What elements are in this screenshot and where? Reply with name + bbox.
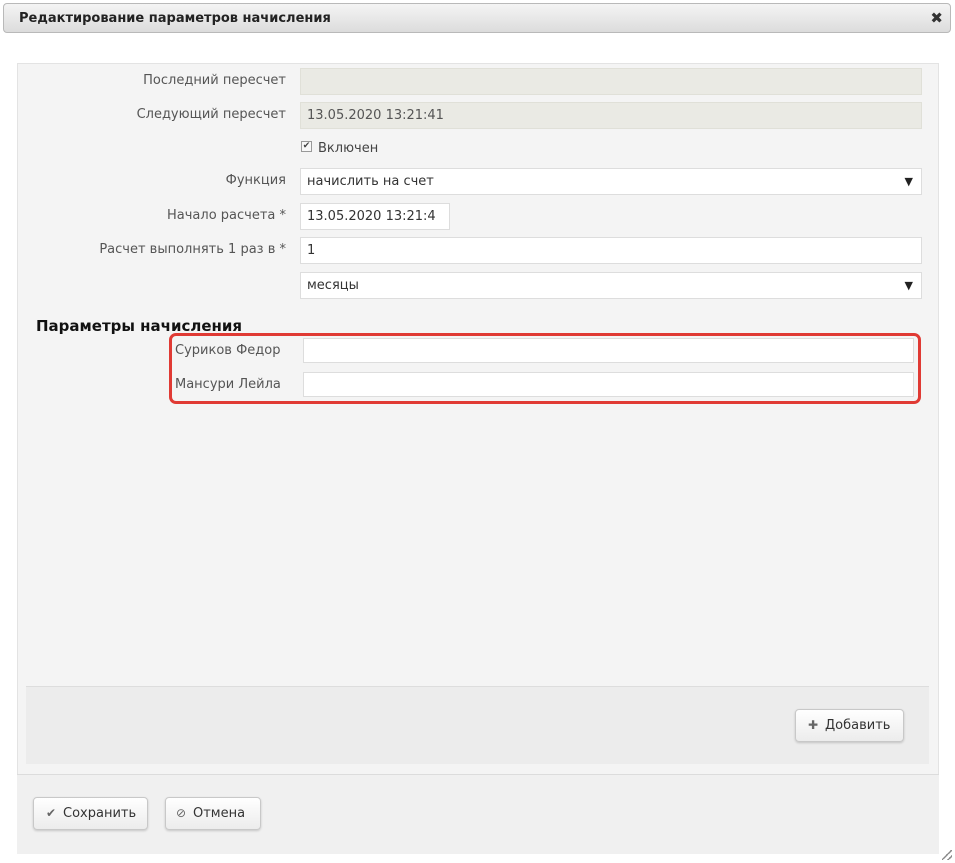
function-select[interactable]: начислить на счет ▼ [300,168,922,195]
frequency-label: Расчет выполнять 1 раз в * [99,242,286,257]
checkmark-icon: ✔ [45,806,57,820]
save-button[interactable]: ✔ Сохранить [33,797,148,830]
dialog-title: Редактирование параметров начисления [19,11,331,26]
dialog-titlebar[interactable]: Редактирование параметров начисления ✖ [3,3,951,33]
close-icon[interactable]: ✖ [930,9,943,27]
next-recalc-field: 13.05.2020 13:21:41 [300,102,922,129]
function-label: Функция [225,173,286,188]
edit-accrual-dialog: Редактирование параметров начисления ✖ П… [0,0,955,863]
start-datetime-input[interactable]: 13.05.2020 13:21:4 [300,203,450,230]
resize-handle-icon[interactable] [942,850,952,860]
dropdown-arrow-icon: ▼ [904,175,913,188]
param-input-1[interactable] [303,338,914,363]
param-label-2: Мансури Лейла [175,377,281,392]
save-button-label: Сохранить [63,806,137,821]
frequency-input[interactable]: 1 [300,237,922,264]
add-bar [26,686,929,764]
period-select-value: месяцы [307,278,359,293]
plus-icon: ✚ [807,718,819,732]
period-select[interactable]: месяцы ▼ [300,272,922,299]
next-recalc-label: Следующий пересчет [136,107,286,122]
cancel-button[interactable]: ⊘ Отмена [165,797,261,830]
enabled-checkbox-label[interactable]: Включен [318,141,378,156]
dialog-footer [17,774,939,854]
param-input-2[interactable] [303,372,914,397]
last-recalc-label: Последний пересчет [143,73,286,88]
add-button-label: Добавить [825,718,891,733]
start-label: Начало расчета * [167,208,286,223]
cancel-icon: ⊘ [175,806,187,820]
dropdown-arrow-icon: ▼ [904,279,913,292]
function-select-value: начислить на счет [307,174,434,189]
enabled-checkbox[interactable]: ✔ [301,141,312,152]
add-button[interactable]: ✚ Добавить [795,709,904,742]
param-label-1: Суриков Федор [175,343,281,358]
last-recalc-field [300,68,922,95]
cancel-button-label: Отмена [193,806,246,821]
